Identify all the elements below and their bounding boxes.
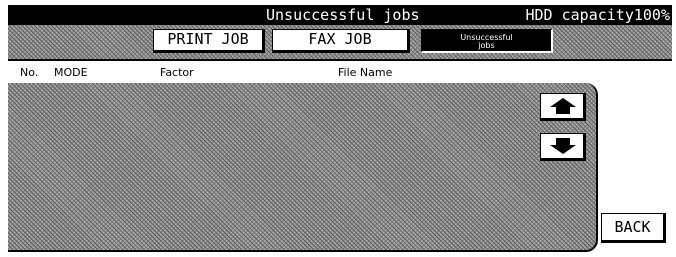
column-header-no: No. — [20, 66, 39, 79]
arrow-up-icon — [550, 98, 576, 114]
tab-print-job[interactable]: PRINT JOB — [153, 29, 265, 53]
arrow-down-icon — [550, 138, 576, 154]
scroll-down-button[interactable] — [540, 133, 586, 161]
scroll-up-button[interactable] — [540, 93, 586, 121]
tab-band: PRINT JOB FAX JOB Unsuccessful jobs — [8, 25, 672, 59]
back-button[interactable]: BACK — [601, 213, 666, 243]
job-list[interactable] — [8, 83, 598, 252]
tab-fax-job[interactable]: FAX JOB — [272, 29, 410, 53]
tab-unsuccessful-jobs[interactable]: Unsuccessful jobs — [421, 29, 553, 53]
column-header-file-name: File Name — [338, 66, 393, 79]
column-header-factor: Factor — [160, 66, 194, 79]
divider — [8, 59, 672, 61]
hdd-capacity-indicator: HDD capacity100% — [525, 6, 671, 24]
column-header-mode: MODE — [54, 66, 88, 79]
tab-label-line: jobs — [478, 41, 495, 50]
title-bar: Unsuccessful jobs HDD capacity100% — [8, 5, 672, 25]
screen-title: Unsuccessful jobs — [266, 6, 420, 24]
